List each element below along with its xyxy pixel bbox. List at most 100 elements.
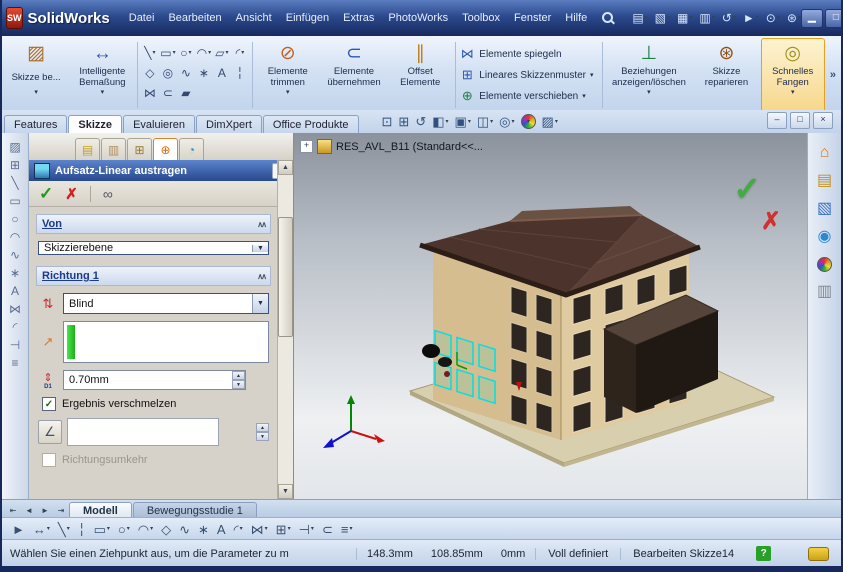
first-tab-button[interactable]: ⇤ (5, 503, 21, 518)
undo-icon[interactable]: ↺ (722, 12, 736, 24)
arc-tool-icon[interactable]: ◠ (138, 523, 153, 536)
smart-dimension-icon[interactable]: ↔ (33, 523, 50, 536)
quick-tips-help-icon[interactable]: ? (756, 546, 771, 561)
text-icon[interactable]: A (11, 285, 19, 297)
line-tool-icon[interactable]: ╲ (141, 43, 158, 63)
arc-icon[interactable]: ◠ (10, 231, 20, 243)
circle-tool-icon[interactable]: ○ (177, 43, 194, 63)
text-tool-icon[interactable]: A (213, 63, 230, 83)
draft-on-off-button[interactable]: ∠ (38, 420, 62, 444)
fillet-tool-icon[interactable]: ◜ (231, 43, 248, 63)
grid-icon[interactable]: ⊞ (10, 159, 20, 171)
doc-close-button[interactable]: × (813, 112, 833, 129)
tab-bewegungsstudie-1[interactable]: Bewegungsstudie 1 (133, 502, 257, 518)
point-icon[interactable]: ∗ (10, 267, 20, 279)
detailed-preview-icon[interactable]: ∞ (103, 186, 113, 202)
quick-snaps-dropdown-icon[interactable]: ▾ (791, 88, 795, 96)
convert-tool-icon[interactable]: ⊂ (159, 83, 176, 103)
ribbon-overflow-button[interactable]: » (827, 69, 839, 81)
options-icon[interactable]: ⊛ (787, 12, 801, 24)
featuremanager-tab-icon[interactable]: ▤ (75, 138, 100, 160)
fillet-icon[interactable]: ◜ (13, 321, 18, 333)
mirror-tool-icon[interactable]: ⋈ (141, 83, 158, 103)
confirm-cancel-button[interactable]: ✗ (761, 207, 781, 236)
zoom-area-icon[interactable]: ⊞ (398, 115, 409, 128)
spin-down-icon[interactable]: ▼ (232, 380, 245, 389)
convert-entities-icon[interactable]: ⊂ (322, 523, 333, 536)
doc-minimize-button[interactable]: – (767, 112, 787, 129)
print-icon[interactable]: ▥ (699, 12, 714, 24)
new-document-icon[interactable]: ▤ (632, 12, 647, 24)
graphics-area[interactable]: + RES_AVL_B11 (Standard<<... ✓ ✗ (294, 133, 807, 499)
tab-skizze[interactable]: Skizze (68, 115, 122, 133)
spline-tool-icon[interactable]: ∿ (177, 63, 194, 83)
plane-tool-icon[interactable]: ▰ (177, 83, 194, 103)
linear-sketch-pattern-button[interactable]: ⊞ Lineares Skizzenmuster ▾ (459, 67, 598, 83)
linear-pattern-dropdown-icon[interactable]: ▾ (590, 71, 594, 79)
scroll-down-icon[interactable]: ▼ (278, 484, 293, 499)
draft-angle-box[interactable] (67, 418, 219, 446)
dimxpertmanager-tab-icon[interactable]: ⊕ (153, 138, 178, 160)
sketch-icon[interactable]: ▨ (9, 141, 20, 153)
move-entities-button[interactable]: ⊕ Elemente verschieben ▾ (459, 88, 598, 104)
select-icon[interactable]: ► (743, 12, 759, 24)
save-icon[interactable]: ▦ (677, 12, 692, 24)
spline-icon[interactable]: ∿ (10, 249, 20, 261)
cancel-button[interactable]: ✗ (65, 185, 78, 203)
section-view-icon[interactable]: ◧ (432, 115, 448, 128)
group-header-von[interactable]: Von ∧∧ (36, 214, 271, 234)
circle-tool-icon[interactable]: ○ (118, 523, 130, 536)
combo-dropdown-icon[interactable]: ▼ (252, 294, 268, 313)
tab-features[interactable]: Features (4, 115, 67, 133)
repair-sketch-button[interactable]: ⊛ Skizze reparieren (694, 38, 758, 112)
menu-datei[interactable]: Datei (122, 8, 162, 28)
collapse-chevron-icon[interactable]: ∧∧ (257, 272, 265, 281)
design-library-icon[interactable]: ▤ (817, 173, 832, 189)
feature-tree-root-label[interactable]: RES_AVL_B11 (Standard<<... (336, 141, 483, 153)
drawings-icon[interactable]: ◉ (818, 229, 832, 245)
spline-tool-icon[interactable]: ∿ (179, 523, 190, 536)
text-tool-icon[interactable]: A (217, 523, 226, 536)
smart-dimension-button[interactable]: ↔ Intelligente Bemaßung ▾ (70, 38, 134, 112)
displaymanager-tab-icon[interactable]: ◔ (179, 138, 204, 160)
menu-fenster[interactable]: Fenster (507, 8, 558, 28)
trim-tool-icon[interactable]: ⊣ (299, 523, 314, 536)
merge-result-checkbox[interactable]: ✓ Ergebnis verschmelzen (42, 397, 269, 411)
menu-photoworks[interactable]: PhotoWorks (381, 8, 455, 28)
slot-tool-icon[interactable]: ▱ (213, 43, 230, 63)
relations-dropdown-icon[interactable]: ▾ (647, 88, 651, 96)
move-entities-dropdown-icon[interactable]: ▾ (582, 92, 586, 100)
spin-up-icon[interactable]: ▲ (256, 423, 269, 432)
arc-tool-icon[interactable]: ◠ (195, 43, 212, 63)
line-icon[interactable]: ╲ (11, 177, 18, 189)
reverse-direction-icon[interactable]: ⇅ (38, 296, 58, 312)
combo-dropdown-icon[interactable]: ▼ (252, 245, 268, 252)
convert-entities-button[interactable]: ⊂ Elemente übernehmen (322, 38, 386, 112)
scrollbar-thumb[interactable] (278, 217, 293, 337)
menu-toolbox[interactable]: Toolbox (455, 8, 507, 28)
trim-icon[interactable]: ⊣ (10, 339, 20, 351)
polygon-tool-icon[interactable]: ◇ (141, 63, 158, 83)
appearances-icon[interactable] (817, 257, 832, 272)
group-header-richtung1[interactable]: Richtung 1 ∧∧ (36, 266, 271, 286)
trim-entities-dropdown-icon[interactable]: ▾ (286, 88, 290, 96)
hide-show-items-icon[interactable]: ◎ (499, 115, 514, 128)
direction-selection-box[interactable] (63, 321, 269, 363)
model-viewport[interactable] (294, 133, 807, 499)
centerline-tool-icon[interactable]: ╎ (78, 523, 86, 536)
ellipse-tool-icon[interactable]: ◎ (159, 63, 176, 83)
polygon-tool-icon[interactable]: ◇ (161, 523, 171, 536)
next-tab-button[interactable]: ► (37, 503, 53, 518)
panel-scrollbar[interactable]: ▲ ▼ (277, 160, 293, 499)
rebuild-icon[interactable]: ⊙ (766, 12, 780, 24)
fillet-tool-icon[interactable]: ◜ (234, 523, 243, 536)
view-orientation-icon[interactable]: ▣ (455, 115, 471, 128)
draft-outward-checkbox[interactable]: Richtungsumkehr (42, 453, 269, 467)
zoom-fit-icon[interactable]: ⊡ (382, 115, 393, 128)
exit-sketch-button[interactable]: ▨ Skizze be... ▾ (4, 38, 68, 112)
line-tool-icon[interactable]: ╲ (58, 523, 70, 536)
rectangle-tool-icon[interactable]: ▭ (94, 523, 110, 536)
last-tab-button[interactable]: ⇥ (53, 503, 69, 518)
menu-bearbeiten[interactable]: Bearbeiten (161, 8, 228, 28)
custom-properties-icon[interactable]: ▥ (817, 284, 832, 300)
